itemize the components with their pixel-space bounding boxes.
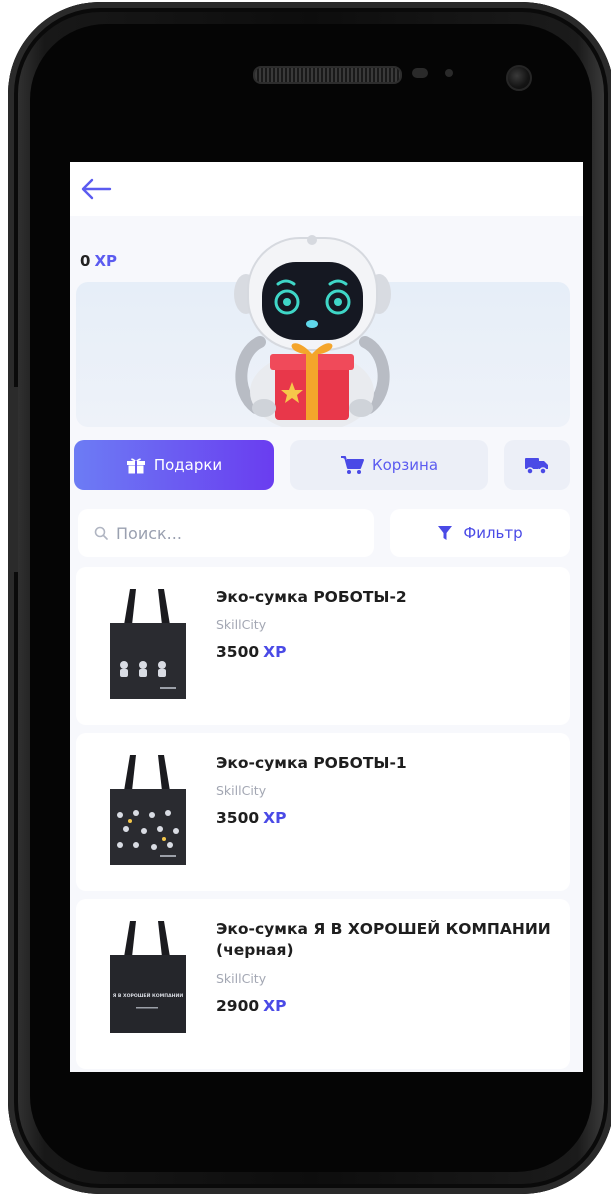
product-price-currency: XP bbox=[263, 997, 287, 1015]
shop-tabs: Подарки Корзина bbox=[70, 440, 583, 490]
product-price-value: 3500 bbox=[216, 643, 260, 661]
filter-icon bbox=[438, 526, 453, 540]
product-price: 3500 XP bbox=[216, 643, 286, 661]
arrow-left-icon[interactable] bbox=[80, 177, 112, 201]
phone-sensor bbox=[412, 68, 428, 78]
robot-gift-illustration bbox=[234, 235, 391, 427]
gift-icon bbox=[126, 458, 145, 474]
phone-speaker bbox=[253, 66, 402, 84]
phone-sensor-dot bbox=[445, 69, 453, 77]
product-brand: SkillCity bbox=[216, 783, 267, 798]
tab-cart-label: Корзина bbox=[371, 456, 439, 474]
search-input[interactable]: Поиск... bbox=[78, 509, 374, 557]
tab-gifts-label: Подарки bbox=[153, 456, 223, 474]
product-brand: SkillCity bbox=[216, 617, 267, 632]
product-brand: SkillCity bbox=[216, 971, 267, 986]
product-price-value: 3500 bbox=[216, 809, 260, 827]
tote-bag-image: Я В ХОРОШЕЙ КОМПАНИИ bbox=[110, 921, 186, 1033]
top-bar bbox=[70, 162, 583, 216]
product-name: Эко-сумка Я В ХОРОШЕЙ КОМПАНИИ (черная) bbox=[216, 920, 551, 959]
tab-cart[interactable]: Корзина bbox=[290, 440, 488, 490]
phone-side-button bbox=[8, 387, 18, 572]
filter-button[interactable]: Фильтр bbox=[390, 509, 570, 557]
tab-delivery[interactable] bbox=[504, 440, 570, 490]
xp-balance: 0 XP bbox=[80, 252, 117, 270]
truck-icon bbox=[525, 458, 548, 475]
tote-bag-image bbox=[110, 755, 186, 865]
app-screen: 0 XP Подарки Корзина Поиск... Фильтр Эко… bbox=[70, 162, 583, 1072]
filter-label: Фильтр bbox=[463, 524, 523, 542]
product-card[interactable]: Эко-сумка РОБОТЫ-1 SkillCity 3500 XP bbox=[76, 733, 570, 891]
product-price-value: 2900 bbox=[216, 997, 260, 1015]
product-price-currency: XP bbox=[263, 809, 287, 827]
product-name: Эко-сумка РОБОТЫ-2 bbox=[216, 588, 407, 606]
xp-balance-amount: 0 bbox=[80, 252, 91, 270]
tab-gifts[interactable]: Подарки bbox=[74, 440, 274, 490]
xp-balance-unit: XP bbox=[94, 252, 117, 270]
product-name: Эко-сумка РОБОТЫ-1 bbox=[216, 754, 407, 772]
tote-bag-image bbox=[110, 589, 186, 699]
search-placeholder: Поиск... bbox=[116, 523, 182, 543]
product-list: Эко-сумка РОБОТЫ-2 SkillCity 3500 XP Эко… bbox=[76, 567, 570, 1072]
product-price: 2900 XP bbox=[216, 997, 286, 1015]
product-card[interactable]: Я В ХОРОШЕЙ КОМПАНИИ Эко-сумка Я В ХОРОШ… bbox=[76, 899, 570, 1069]
product-card[interactable]: Эко-сумка РОБОТЫ-2 SkillCity 3500 XP bbox=[76, 567, 570, 725]
search-icon bbox=[94, 526, 108, 540]
phone-camera bbox=[506, 65, 532, 91]
cart-icon bbox=[340, 456, 364, 474]
product-price-currency: XP bbox=[263, 643, 287, 661]
phone-frame: 0 XP Подарки Корзина Поиск... Фильтр Эко… bbox=[8, 2, 611, 1194]
product-price: 3500 XP bbox=[216, 809, 286, 827]
